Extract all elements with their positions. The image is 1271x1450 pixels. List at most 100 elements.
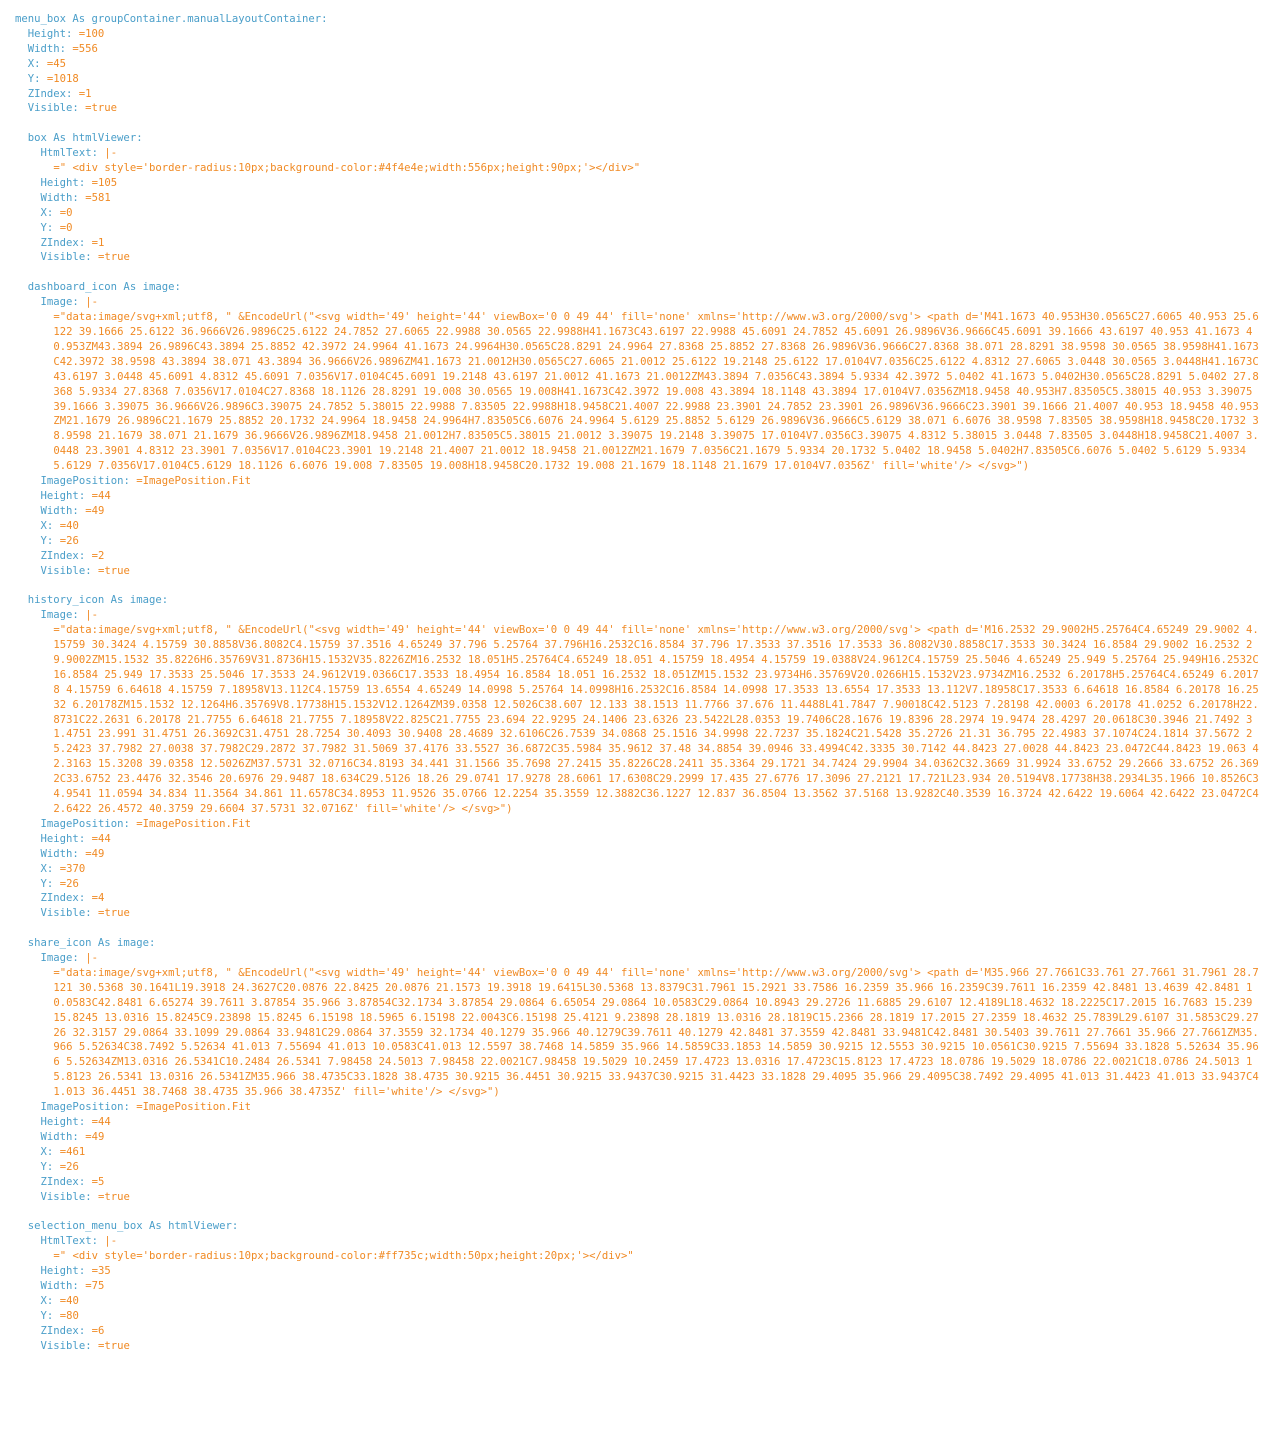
code-key: Image: (40, 609, 86, 622)
code-line: ZIndex: =1 (15, 87, 1263, 102)
code-key: X: (40, 206, 60, 219)
code-key: ZIndex: (40, 1324, 92, 1337)
code-key: Image: (40, 296, 86, 309)
code-value: ="data:image/svg+xml;utf8, " &EncodeUrl(… (53, 311, 1259, 473)
code-line: Visible: =true (15, 564, 1263, 579)
code-value: =26 (59, 534, 79, 547)
code-key: Visible: (40, 907, 98, 920)
code-value: |- (85, 296, 98, 309)
code-value: =49 (85, 504, 105, 517)
code-key: Y: (40, 221, 60, 234)
code-line: Width: =49 (15, 1130, 1263, 1145)
code-line: Visible: =true (15, 1190, 1263, 1205)
code-line: X: =40 (15, 1294, 1263, 1309)
code-value: =1 (78, 87, 92, 100)
code-value: |- (104, 1235, 118, 1248)
code-key: X: (40, 519, 60, 532)
code-value: =461 (59, 1145, 86, 1158)
code-key: Width: (40, 191, 86, 204)
code-key: X: (40, 862, 60, 875)
code-line: ImagePosition: =ImagePosition.Fit (15, 1100, 1263, 1115)
code-key: menu_box As groupContainer.manualLayoutC… (15, 13, 328, 25)
code-line: X: =461 (15, 1145, 1263, 1160)
code-line: Width: =49 (15, 504, 1263, 519)
code-line: Height: =100 (15, 27, 1263, 42)
code-line: ImagePosition: =ImagePosition.Fit (15, 817, 1263, 832)
code-value: ="data:image/svg+xml;utf8, " &EncodeUrl(… (53, 624, 1259, 815)
code-key: dashboard_icon As image: (27, 281, 181, 294)
code-value: =0 (59, 206, 73, 219)
code-line: Y: =26 (15, 1160, 1263, 1175)
code-key: box As htmlViewer: (27, 132, 143, 145)
code-value: =ImagePosition.Fit (136, 817, 252, 830)
code-value: =" <div style='border-radius:10px;backgr… (53, 1250, 634, 1263)
code-value: =2 (91, 549, 105, 562)
code-line: box As htmlViewer: (15, 131, 1263, 146)
code-key: Y: (27, 72, 47, 85)
code-key: selection_menu_box As htmlViewer: (27, 1220, 239, 1233)
code-line: Y: =80 (15, 1309, 1263, 1324)
code-value: =true (97, 564, 130, 577)
code-key: ZIndex: (40, 236, 92, 249)
code-value: =1018 (46, 72, 79, 85)
code-line: Height: =44 (15, 489, 1263, 504)
code-key: Height: (27, 27, 79, 40)
code-value: |- (85, 609, 98, 622)
code-value: =5 (91, 1175, 105, 1188)
code-value: |- (85, 952, 98, 965)
code-line: Y: =26 (15, 534, 1263, 549)
code-line: Visible: =true (15, 101, 1263, 116)
code-value: =44 (91, 832, 111, 845)
code-key: X: (40, 1145, 60, 1158)
code-key: X: (40, 1294, 60, 1307)
code-line: ="data:image/svg+xml;utf8, " &EncodeUrl(… (15, 310, 1263, 474)
code-line: Y: =0 (15, 221, 1263, 236)
code-line: Width: =49 (15, 847, 1263, 862)
code-value: =100 (78, 27, 105, 40)
code-value: =26 (59, 877, 79, 890)
code-line: ZIndex: =6 (15, 1324, 1263, 1339)
code-value: =49 (85, 847, 105, 860)
code-value: =40 (59, 1294, 79, 1307)
code-line: dashboard_icon As image: (15, 280, 1263, 295)
code-key: ImagePosition: (40, 1101, 137, 1114)
code-value: =44 (91, 1116, 111, 1128)
code-line: Height: =44 (15, 1115, 1263, 1130)
code-line: Width: =581 (15, 191, 1263, 206)
code-key: X: (27, 57, 47, 70)
code-line: Image: |- (15, 295, 1263, 310)
code-value: =49 (85, 1130, 105, 1143)
code-key: Width: (40, 1130, 86, 1143)
code-key: ZIndex: (40, 549, 92, 562)
code-value: =true (85, 102, 118, 115)
code-value: =75 (85, 1279, 105, 1292)
code-value: =35 (91, 1265, 111, 1278)
code-key: Image: (40, 952, 86, 965)
code-key: Y: (40, 1160, 60, 1173)
code-line: Y: =1018 (15, 72, 1263, 87)
code-line: Height: =35 (15, 1264, 1263, 1279)
code-line: ZIndex: =2 (15, 549, 1263, 564)
code-key: Height: (40, 1265, 92, 1278)
code-key: Visible: (27, 102, 86, 115)
code-key: ImagePosition: (40, 817, 137, 830)
code-line: selection_menu_box As htmlViewer: (15, 1219, 1263, 1234)
code-key: Height: (40, 176, 92, 189)
code-value: =4 (91, 892, 105, 905)
code-line: ImagePosition: =ImagePosition.Fit (15, 474, 1263, 489)
code-value: =581 (85, 191, 111, 204)
code-value: =true (97, 251, 130, 264)
code-key: Y: (40, 877, 60, 890)
code-line: X: =370 (15, 862, 1263, 877)
code-value: =ImagePosition.Fit (136, 1101, 252, 1114)
code-line: ="data:image/svg+xml;utf8, " &EncodeUrl(… (15, 966, 1263, 1100)
code-key: HtmlText: (40, 1235, 105, 1248)
code-value: =370 (59, 862, 86, 875)
code-key: Visible: (40, 564, 98, 577)
code-line: HtmlText: |- (15, 1234, 1263, 1249)
code-line: history_icon As image: (15, 593, 1263, 608)
code-value: ="data:image/svg+xml;utf8, " &EncodeUrl(… (53, 966, 1259, 1099)
code-value: =1 (91, 236, 105, 249)
